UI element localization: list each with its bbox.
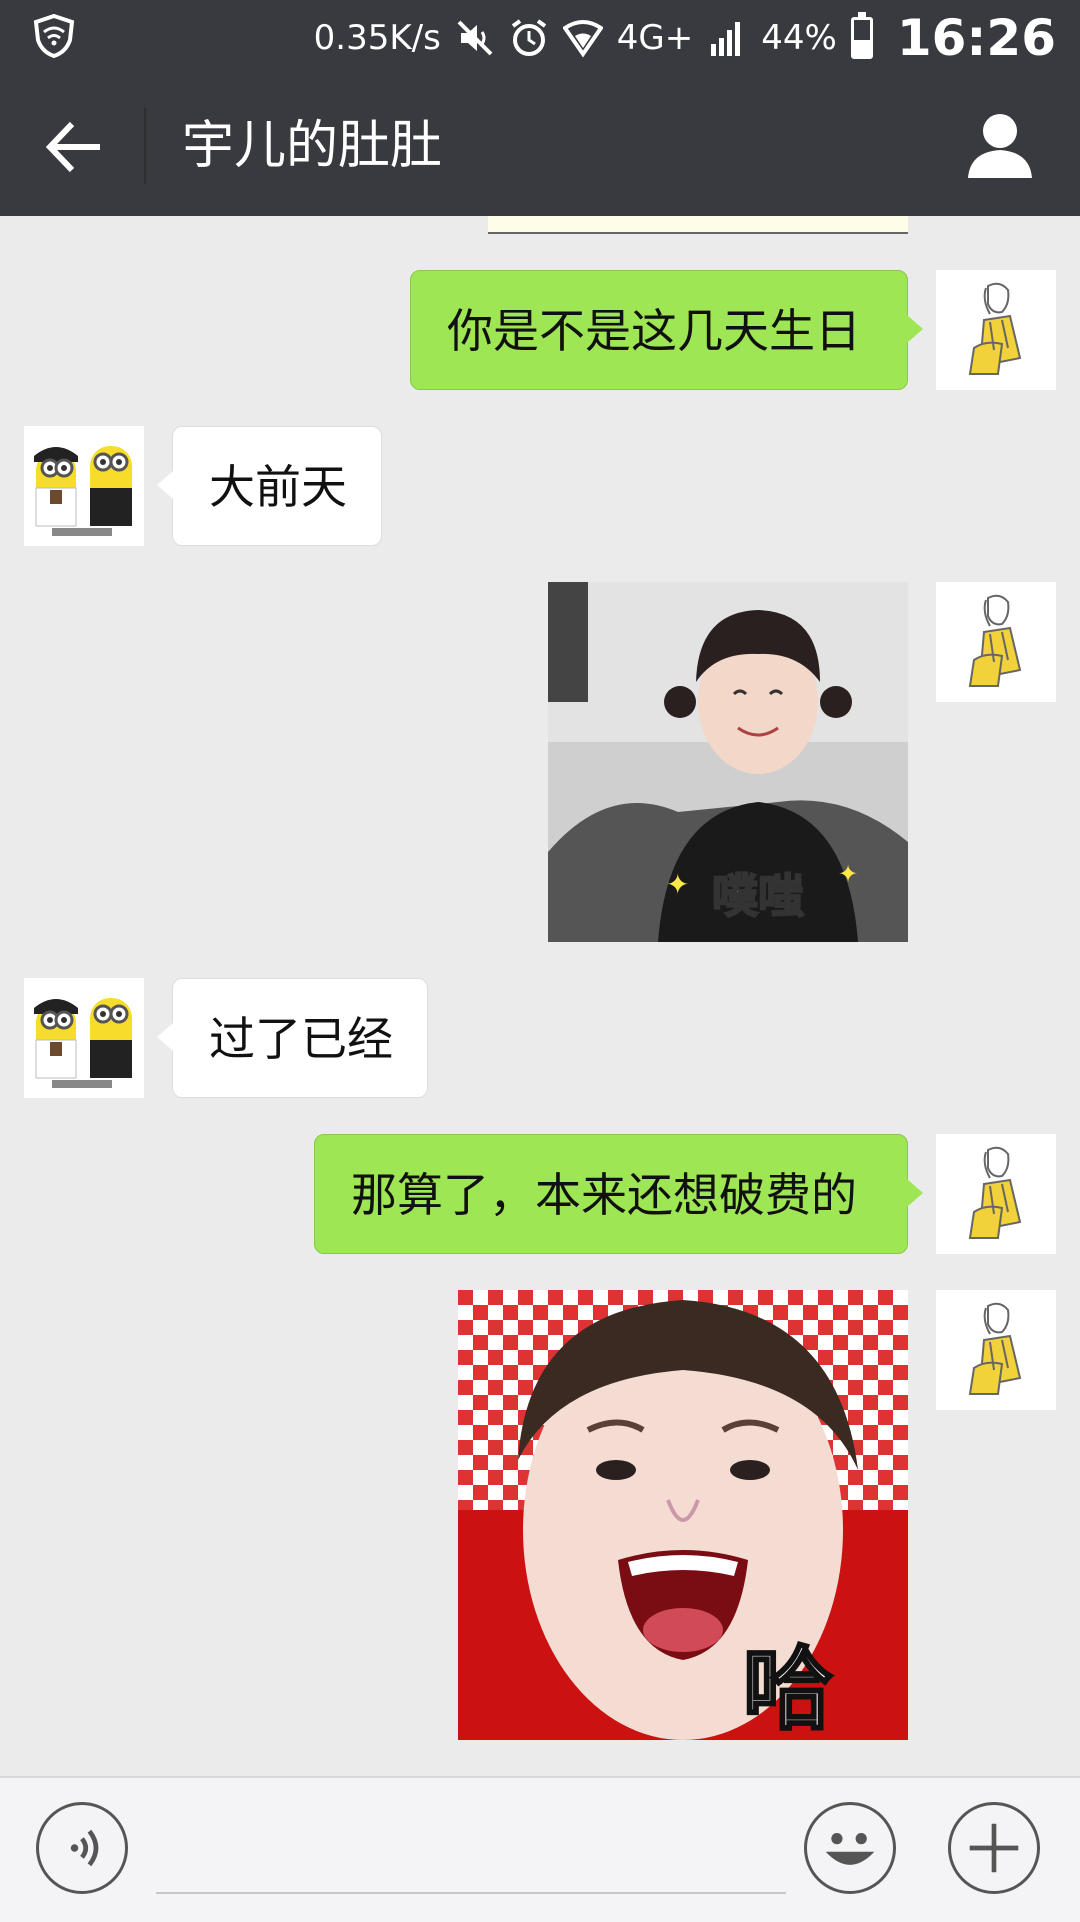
message-bubble-received[interactable]: 过了已经 — [157, 978, 428, 1098]
message-list[interactable]: 你是不是这几天生日 大前天 噗嗤 ✦ ✦ 过了已经 那算了，本来还想破费的 哈 — [0, 216, 1080, 1776]
alarm-icon — [511, 19, 546, 56]
signal-icon — [711, 22, 741, 56]
girl-sketch-icon — [936, 1290, 1056, 1410]
previous-message-edge — [488, 216, 908, 234]
plus-icon[interactable] — [948, 1802, 1040, 1894]
svg-text:✦: ✦ — [666, 868, 689, 901]
clock: 16:26 — [896, 9, 1056, 67]
svg-text:✦: ✦ — [838, 860, 858, 888]
mute-icon — [457, 20, 493, 56]
message-bubble-sent[interactable]: 你是不是这几天生日 — [410, 270, 923, 390]
laughing-girl-sticker-image: 哈 — [458, 1290, 908, 1740]
battery-icon — [850, 12, 873, 59]
sticker-caption: 哈 — [743, 1637, 833, 1740]
voice-icon[interactable] — [36, 1802, 128, 1894]
chat-header: 宇儿的肚肚 — [0, 76, 1080, 216]
girl-sketch-icon — [936, 1134, 1056, 1254]
minions-icon — [24, 978, 144, 1098]
net-speed: 0.35K/s — [313, 18, 441, 58]
shield-icon — [33, 13, 75, 59]
chat-title: 宇儿的肚肚 — [182, 116, 443, 176]
battery-level — [853, 40, 870, 56]
my-avatar[interactable] — [936, 270, 1056, 390]
minions-icon — [24, 426, 144, 546]
my-avatar[interactable] — [936, 1290, 1056, 1410]
wifi-icon — [562, 20, 603, 58]
girl-sketch-icon — [936, 270, 1056, 390]
message-bubble-received[interactable]: 大前天 — [157, 426, 382, 546]
my-avatar[interactable] — [936, 1134, 1056, 1254]
sticker-image[interactable]: 哈 — [458, 1290, 908, 1740]
emoji-icon[interactable] — [804, 1802, 896, 1894]
message-bubble-sent[interactable]: 那算了，本来还想破费的 — [314, 1134, 923, 1254]
contact-avatar[interactable] — [24, 978, 144, 1098]
status-bar: 0.35K/s 4G+ 44% 16:26 — [0, 0, 1080, 76]
my-avatar[interactable] — [936, 582, 1056, 702]
sticker-caption: 噗嗤 — [712, 869, 804, 923]
girl-sticker-image: 噗嗤 ✦ ✦ — [548, 582, 908, 942]
contact-avatar[interactable] — [24, 426, 144, 546]
message-input[interactable] — [156, 1808, 786, 1894]
battery-percent: 44% — [761, 18, 837, 58]
network-type: 4G+ — [616, 18, 694, 58]
input-bar — [0, 1776, 1080, 1922]
arrow-left-icon[interactable] — [40, 112, 110, 182]
header-divider — [144, 108, 146, 184]
person-icon[interactable] — [960, 106, 1040, 186]
sticker-image[interactable]: 噗嗤 ✦ ✦ — [548, 582, 908, 942]
girl-sketch-icon — [936, 582, 1056, 702]
